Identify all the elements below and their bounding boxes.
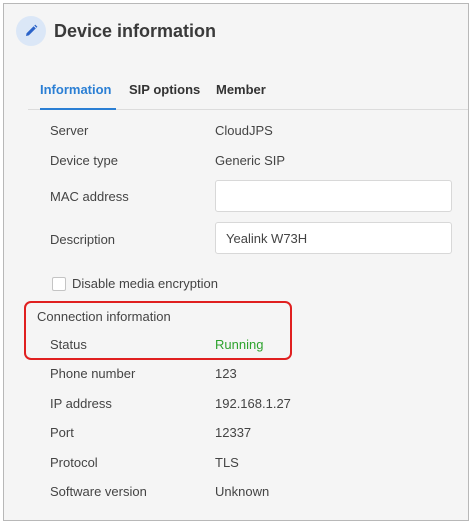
protocol-label: Protocol <box>50 455 98 470</box>
pencil-icon <box>16 16 46 46</box>
device-type-label: Device type <box>50 153 118 168</box>
page-title: Device information <box>54 21 217 41</box>
tab-bar: Information SIP options Member <box>28 74 468 110</box>
panel-header: Device information <box>4 4 468 62</box>
active-tab-indicator <box>40 108 116 110</box>
software-version-label: Software version <box>50 484 147 499</box>
software-version-value: Unknown <box>215 484 270 499</box>
port-value: 12337 <box>215 425 252 440</box>
phone-number-label: Phone number <box>50 366 136 381</box>
device-type-value: Generic SIP <box>215 153 286 168</box>
description-field[interactable] <box>215 222 452 254</box>
tab-member[interactable]: Member <box>216 82 266 97</box>
ip-address-label: IP address <box>50 396 112 411</box>
device-information-panel: Device information Information SIP optio… <box>3 3 469 521</box>
phone-number-value: 123 <box>215 366 237 381</box>
mac-address-field[interactable] <box>215 180 452 212</box>
server-value: CloudJPS <box>215 123 273 138</box>
server-label: Server <box>50 123 89 138</box>
protocol-value: TLS <box>215 455 239 470</box>
description-label: Description <box>50 232 116 247</box>
tab-sip-options[interactable]: SIP options <box>129 82 200 97</box>
port-label: Port <box>50 425 74 440</box>
connection-highlight-box <box>24 301 292 360</box>
mac-address-label: MAC address <box>50 189 129 204</box>
tab-information[interactable]: Information <box>40 82 112 97</box>
disable-media-encryption-checkbox[interactable] <box>52 277 66 291</box>
ip-address-value: 192.168.1.27 <box>215 396 291 411</box>
disable-media-encryption-label: Disable media encryption <box>72 276 218 291</box>
